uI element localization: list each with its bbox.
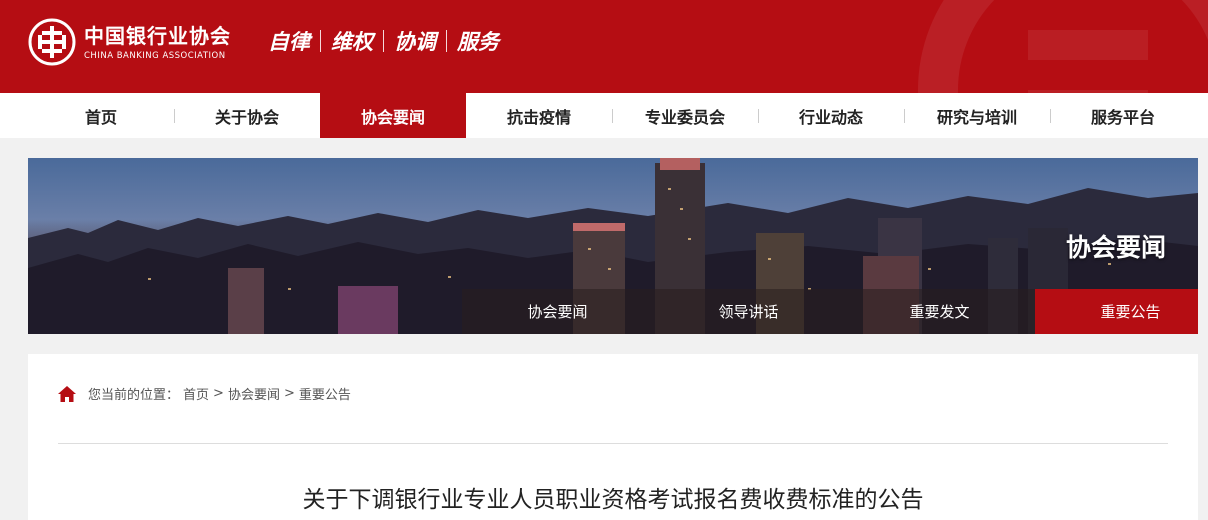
content-panel: 您当前的位置： 首页 > 协会要闻 > 重要公告 关于下调银行业专业人员职业资格… bbox=[28, 354, 1198, 520]
article-title: 关于下调银行业专业人员职业资格考试报名费收费标准的公告 bbox=[302, 487, 924, 513]
breadcrumb-prefix: 您当前的位置： bbox=[88, 388, 180, 403]
sub-nav: 协会要闻 领导讲话 重要发文 重要公告 bbox=[462, 289, 1198, 334]
breadcrumb-news-link[interactable]: 协会要闻 bbox=[228, 384, 280, 403]
subnav-item-documents[interactable]: 重要发文 bbox=[844, 289, 1035, 334]
breadcrumb-separator: > bbox=[213, 386, 224, 401]
nav-item-home[interactable]: 首页 bbox=[28, 93, 174, 138]
nav-item-research[interactable]: 研究与培训 bbox=[904, 93, 1050, 138]
divider bbox=[58, 443, 1168, 444]
section-banner: 协会要闻 协会要闻 领导讲话 重要发文 重要公告 bbox=[28, 158, 1198, 334]
home-icon bbox=[58, 385, 76, 402]
breadcrumb-separator: > bbox=[283, 386, 295, 401]
slogan-divider bbox=[320, 30, 321, 52]
slogan-word: 维权 bbox=[331, 29, 373, 54]
subnav-item-news[interactable]: 协会要闻 bbox=[462, 289, 653, 334]
subnav-item-announcements[interactable]: 重要公告 bbox=[1035, 289, 1198, 334]
banner-title: 协会要闻 bbox=[1065, 233, 1166, 262]
slogan-word: 协调 bbox=[394, 29, 436, 54]
nav-item-epidemic[interactable]: 抗击疫情 bbox=[466, 93, 612, 138]
breadcrumb: 您当前的位置： 首页 > 协会要闻 > 重要公告 bbox=[58, 384, 355, 403]
site-logo[interactable]: 中国银行业协会 CHINA BANKING ASSOCIATION bbox=[28, 18, 231, 66]
slogan-word: 自律 bbox=[268, 29, 310, 54]
breadcrumb-home-link[interactable]: 首页 bbox=[183, 384, 209, 403]
slogan-word: 服务 bbox=[457, 29, 499, 54]
slogan-divider bbox=[383, 30, 384, 52]
subnav-item-speeches[interactable]: 领导讲话 bbox=[653, 289, 844, 334]
nav-item-about[interactable]: 关于协会 bbox=[174, 93, 320, 138]
site-header: 中国银行业协会 CHINA BANKING ASSOCIATION 自律 维权 … bbox=[0, 0, 1208, 93]
nav-item-news[interactable]: 协会要闻 bbox=[320, 93, 466, 138]
association-logo-icon bbox=[28, 18, 76, 66]
nav-item-services[interactable]: 服务平台 bbox=[1050, 93, 1196, 138]
main-nav: 首页 关于协会 协会要闻 抗击疫情 专业委员会 行业动态 研究与培训 服务平台 bbox=[0, 93, 1208, 138]
watermark-logo bbox=[918, 0, 1208, 93]
logo-chinese-name: 中国银行业协会 bbox=[84, 23, 231, 48]
slogan-divider bbox=[446, 30, 447, 52]
breadcrumb-current[interactable]: 重要公告 bbox=[299, 384, 351, 403]
nav-item-industry[interactable]: 行业动态 bbox=[758, 93, 904, 138]
slogan: 自律 维权 协调 服务 bbox=[268, 26, 499, 56]
nav-item-committees[interactable]: 专业委员会 bbox=[612, 93, 758, 138]
logo-english-name: CHINA BANKING ASSOCIATION bbox=[84, 50, 226, 61]
